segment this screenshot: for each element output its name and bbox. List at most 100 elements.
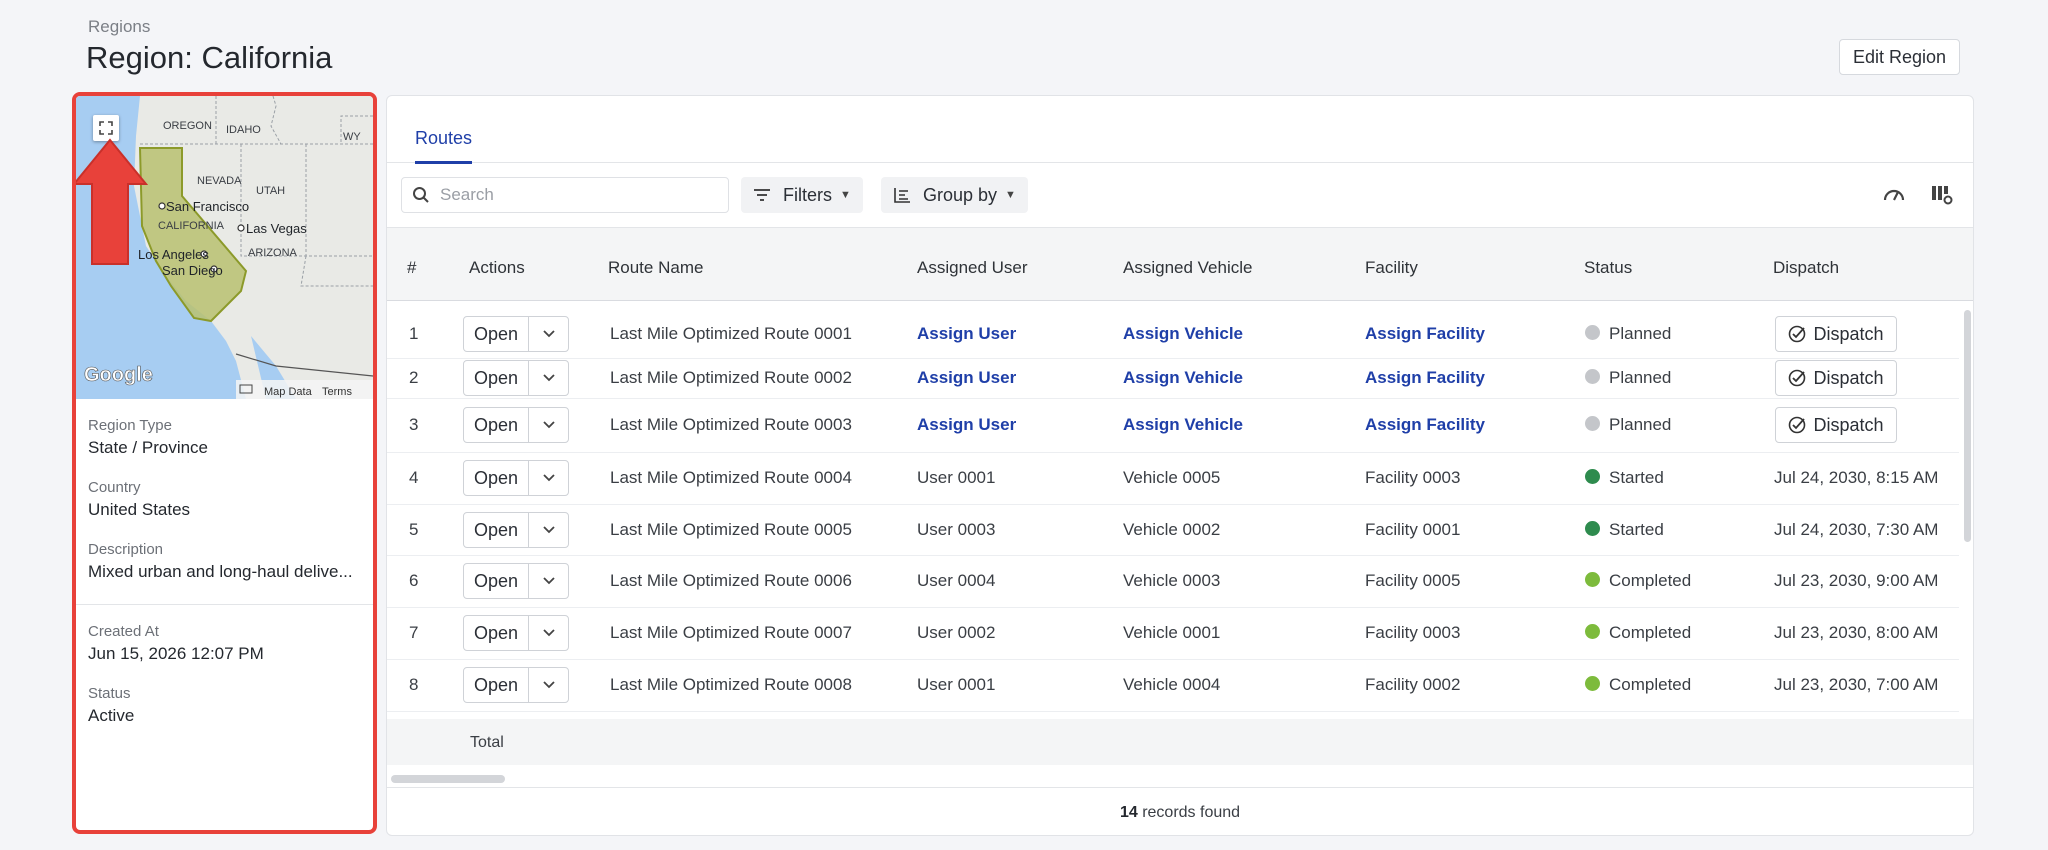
horizontal-scrollbar[interactable] [391,775,505,783]
assign-facility-link[interactable]: Assign Facility [1365,368,1485,388]
open-split-button[interactable]: Open [463,407,569,443]
open-button[interactable]: Open [464,317,529,351]
assign-vehicle-link[interactable]: Assign Vehicle [1123,368,1243,388]
open-split-button[interactable]: Open [463,360,569,396]
caret-down-icon: ▼ [840,189,851,201]
svg-text:Las Vegas: Las Vegas [246,221,307,236]
col-assigned-user[interactable]: Assigned User [917,258,1028,278]
speedometer-icon[interactable] [1883,185,1905,203]
svg-text:CALIFORNIA: CALIFORNIA [158,220,225,232]
status-dot-icon [1585,521,1600,537]
breadcrumb[interactable]: Regions [88,17,150,37]
open-split-button[interactable]: Open [463,316,569,352]
vertical-scrollbar[interactable] [1964,310,1971,542]
table-row[interactable]: 1 Open Last Mile Optimized Route 0001 Ass… [387,309,1959,359]
dispatch-time: Jul 23, 2030, 7:00 AM [1774,675,1939,694]
table-row[interactable]: 4 Open Last Mile Optimized Route 0004 Use… [387,452,1959,505]
status-label: Completed [1609,571,1692,590]
table-row[interactable]: 8 Open Last Mile Optimized Route 0008 Use… [387,659,1959,712]
routes-card: Routes Search Filters ▼ Group by ▼ # Act… [386,95,1974,836]
assigned-vehicle: Vehicle 0005 [1123,468,1221,487]
chevron-down-icon [542,526,555,534]
table-row[interactable]: 3 Open Last Mile Optimized Route 0003 Ass… [387,398,1959,453]
assign-vehicle-link[interactable]: Assign Vehicle [1123,324,1243,344]
open-button[interactable]: Open [464,513,529,547]
open-menu-button[interactable] [529,513,568,547]
row-number: 4 [409,468,419,487]
table-row[interactable]: 6 Open Last Mile Optimized Route 0006 Use… [387,555,1959,608]
facility: Facility 0003 [1365,468,1461,487]
open-menu-button[interactable] [529,668,568,702]
open-split-button[interactable]: Open [463,667,569,703]
svg-text:Map Data: Map Data [264,386,313,398]
status-dot-icon [1585,325,1600,341]
dispatch-button[interactable]: Dispatch [1775,360,1897,396]
search-input[interactable]: Search [401,177,729,213]
assigned-vehicle: Vehicle 0003 [1123,571,1221,590]
table-row[interactable]: 2 Open Last Mile Optimized Route 0002 Ass… [387,358,1959,399]
status-cell: Started [1585,468,1664,488]
region-type-field: Region Type State / Province [88,417,360,458]
col-assigned-vehicle[interactable]: Assigned Vehicle [1123,258,1252,278]
open-menu-button[interactable] [529,564,568,598]
table-row[interactable]: 7 Open Last Mile Optimized Route 0007 Use… [387,607,1959,660]
chevron-down-icon [542,330,555,338]
col-actions: Actions [469,258,525,277]
open-button[interactable]: Open [464,616,529,650]
assigned-user: User 0004 [917,571,996,590]
group-by-button[interactable]: Group by ▼ [881,177,1028,213]
open-menu-button[interactable] [529,616,568,650]
open-split-button[interactable]: Open [463,460,569,496]
column-settings-icon[interactable] [1931,185,1953,205]
assign-user-link[interactable]: Assign User [917,324,1016,344]
assign-facility-link[interactable]: Assign Facility [1365,415,1485,435]
col-facility[interactable]: Facility [1365,258,1418,278]
open-split-button[interactable]: Open [463,615,569,651]
assign-user-link[interactable]: Assign User [917,368,1016,388]
status-cell: Started [1585,520,1664,540]
tab-routes[interactable]: Routes [415,128,473,164]
open-split-button[interactable]: Open [463,563,569,599]
open-button[interactable]: Open [464,408,529,442]
edit-region-button[interactable]: Edit Region [1838,39,1960,75]
open-button[interactable]: Open [464,461,529,495]
status-label: Started [1609,520,1664,539]
status-label: Planned [1609,368,1672,387]
row-number: 8 [409,675,419,694]
open-menu-button[interactable] [529,461,568,495]
assign-vehicle-link[interactable]: Assign Vehicle [1123,415,1243,435]
assign-user-link[interactable]: Assign User [917,415,1016,435]
records-count: 14 [1119,804,1138,821]
search-icon [413,187,429,203]
open-button[interactable]: Open [464,668,529,702]
records-suffix: records found [1142,804,1241,821]
region-map[interactable]: OREGON IDAHO WY NEVADA UTAH CALIFORNIA A… [76,96,373,399]
open-menu-button[interactable] [529,408,568,442]
facility: Facility 0002 [1365,675,1461,694]
table-row[interactable]: 5 Open Last Mile Optimized Route 0005 Use… [387,504,1959,556]
facility: Facility 0003 [1365,623,1461,642]
tab-bar: Routes [387,96,1973,164]
open-button[interactable]: Open [464,564,529,598]
group-by-icon [894,188,910,203]
status-field: Status Active [88,685,360,726]
details-divider [76,604,373,605]
open-menu-button[interactable] [529,361,568,395]
open-menu-button[interactable] [529,317,568,351]
col-route-name[interactable]: Route Name [608,258,703,278]
col-status[interactable]: Status [1584,258,1632,278]
status-cell: Completed [1585,623,1691,643]
dispatch-button[interactable]: Dispatch [1775,407,1897,443]
dispatch-button[interactable]: Dispatch [1775,316,1897,352]
open-split-button[interactable]: Open [463,512,569,548]
status-cell: Planned [1585,324,1671,344]
route-name: Last Mile Optimized Route 0005 [610,520,852,539]
col-dispatch[interactable]: Dispatch [1773,258,1839,278]
assign-facility-link[interactable]: Assign Facility [1365,324,1485,344]
filters-button[interactable]: Filters ▼ [741,177,863,213]
filters-label: Filters [783,184,832,205]
svg-text:NEVADA: NEVADA [197,175,242,187]
assigned-user: User 0003 [917,520,996,539]
region-type-value: State / Province [88,438,209,457]
open-button[interactable]: Open [464,361,529,395]
